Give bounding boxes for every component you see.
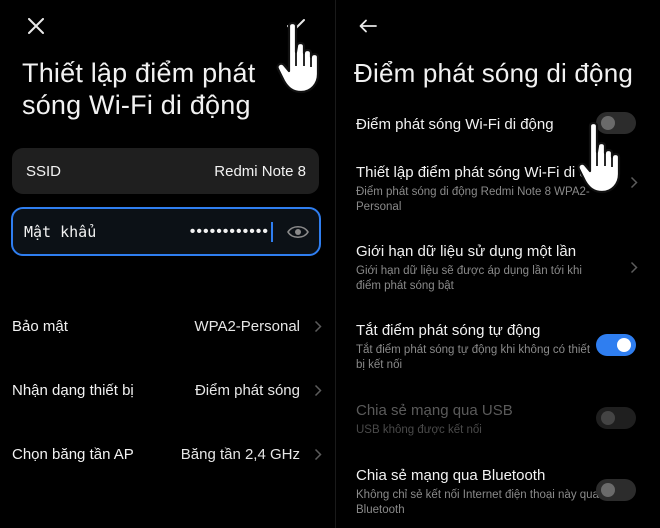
usb-tethering-toggle — [596, 407, 636, 429]
page-title: Điểm phát sóng di động — [354, 58, 634, 88]
toggle-knob — [601, 483, 615, 497]
bluetooth-tethering-subtitle: Không chỉ sẻ kết nối Internet điện thoại… — [356, 489, 599, 516]
toggle-knob — [617, 338, 631, 352]
eye-icon[interactable] — [287, 224, 309, 240]
close-icon[interactable] — [22, 12, 50, 40]
chevron-right-icon — [630, 176, 638, 189]
device-identity-row[interactable]: Nhận dạng thiết bị Điểm phát sóng — [12, 375, 322, 405]
auto-off-toggle[interactable] — [596, 334, 636, 356]
ap-band-value: Băng tần 2,4 GHz — [180, 445, 300, 463]
security-row[interactable]: Bảo mật WPA2-Personal — [12, 311, 322, 341]
password-label: Mật khẩu — [24, 222, 97, 241]
chevron-right-icon — [314, 320, 322, 332]
mobile-hotspot-screen: Điểm phát sóng di động Điểm phát sóng Wi… — [335, 0, 660, 528]
hotspot-setup-screen: Thiết lập điểm phát sóng Wi-Fi di động S… — [0, 0, 335, 528]
text-caret — [271, 221, 273, 242]
ap-band-row[interactable]: Chọn băng tần AP Băng tần 2,4 GHz — [12, 439, 322, 469]
data-limit-title: Giới hạn dữ liệu sử dụng một lần — [356, 243, 577, 260]
chevron-right-icon — [630, 261, 638, 274]
ssid-value: Redmi Note 8 — [214, 162, 306, 180]
security-label: Bảo mật — [12, 317, 68, 335]
auto-off-subtitle: Tắt điểm phát sóng tự động khi không có … — [356, 344, 591, 371]
toggle-knob — [601, 411, 615, 425]
chevron-right-icon — [314, 448, 322, 460]
data-limit-subtitle: Giới hạn dữ liệu sẽ được áp dụng lần tới… — [356, 265, 582, 292]
page-title-line1: Thiết lập điểm phát — [22, 58, 256, 88]
ssid-label: SSID — [26, 162, 62, 180]
pointing-hand-icon — [576, 121, 628, 199]
device-identity-value: Điểm phát sóng — [194, 381, 300, 399]
password-value: •••••••••••• — [189, 222, 269, 240]
hotspot-setup-subtitle: Điểm phát sóng di động Redmi Note 8 WPA2… — [356, 186, 590, 213]
security-value: WPA2-Personal — [194, 317, 300, 335]
chevron-right-icon — [314, 384, 322, 396]
pointing-hand-icon — [275, 21, 327, 99]
device-identity-label: Nhận dạng thiết bị — [12, 381, 134, 399]
page-title-line2: sóng Wi-Fi di động — [22, 90, 251, 120]
bluetooth-tethering-toggle[interactable] — [596, 479, 636, 501]
ssid-field[interactable]: SSID Redmi Note 8 — [12, 148, 319, 194]
usb-tethering-subtitle: USB không được kết nối — [356, 424, 482, 436]
back-arrow-icon[interactable] — [354, 12, 382, 40]
ap-band-label: Chọn băng tần AP — [12, 445, 134, 463]
data-limit-row[interactable]: Giới hạn dữ liệu sử dụng một lần Giới hạ… — [356, 242, 641, 294]
password-field[interactable]: Mật khẩu •••••••••••• — [11, 207, 321, 256]
page-title: Thiết lập điểm phát sóng Wi-Fi di động — [22, 57, 255, 121]
